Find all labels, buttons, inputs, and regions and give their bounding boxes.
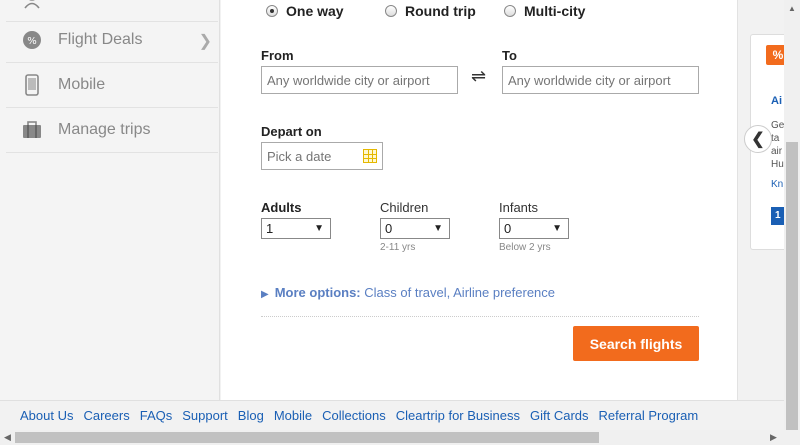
horizontal-scrollbar[interactable]: ◀ ▶ [0, 430, 800, 445]
radio-icon [504, 5, 516, 17]
sidebar-item-flight-deals[interactable]: % Flight Deals ❯ [6, 18, 218, 63]
flight-search-form: One way Round trip Multi-city From ⇌ To … [221, 0, 738, 400]
promo-text-line: air [771, 146, 783, 157]
footer-link-gift-cards[interactable]: Gift Cards [530, 408, 589, 423]
to-input[interactable] [502, 66, 699, 94]
promo-text-line: ta [771, 133, 780, 144]
radio-icon [385, 5, 397, 17]
children-label: Children [380, 200, 429, 215]
radio-label: Round trip [405, 3, 476, 19]
footer-link-about-us[interactable]: About Us [20, 408, 73, 423]
radio-label: One way [286, 3, 344, 19]
radio-icon [266, 5, 278, 17]
infants-hint: Below 2 yrs [499, 242, 551, 253]
sidebar-item-mobile[interactable]: Mobile [6, 63, 218, 108]
promo-text-line: Hu [771, 159, 784, 170]
mobile-icon [22, 74, 42, 96]
footer-link-blog[interactable]: Blog [238, 408, 264, 423]
adults-label: Adults [261, 200, 302, 215]
children-value: 0 [385, 221, 393, 236]
scroll-left-arrow-icon[interactable]: ◀ [4, 432, 11, 443]
trip-type-round-trip[interactable]: Round trip [385, 3, 476, 19]
scroll-up-arrow-icon[interactable]: ▲ [788, 4, 796, 13]
sidebar-item-manage-trips[interactable]: Manage trips [6, 108, 218, 153]
radio-label: Multi-city [524, 3, 586, 19]
promo-link[interactable]: Kn [771, 179, 783, 190]
promo-text: Ge ta air Hu [771, 119, 784, 171]
infants-select[interactable]: 0 ▼ [499, 218, 569, 239]
footer-link-mobile[interactable]: Mobile [274, 408, 312, 423]
children-select[interactable]: 0 ▼ [380, 218, 450, 239]
footer-links: About Us Careers FAQs Support Blog Mobil… [0, 400, 784, 430]
vertical-scrollbar-thumb[interactable] [786, 142, 798, 430]
from-label: From [261, 48, 294, 63]
scroll-right-arrow-icon[interactable]: ▶ [770, 432, 777, 443]
chevron-right-icon: ❯ [198, 33, 212, 50]
adults-value: 1 [266, 221, 274, 236]
sidebar-item-label: Manage trips [58, 121, 151, 138]
promo-text-line: Ge [771, 120, 785, 131]
footer-link-cleartrip-for-business[interactable]: Cleartrip for Business [396, 408, 520, 423]
footer-link-careers[interactable]: Careers [83, 408, 129, 423]
footer-link-faqs[interactable]: FAQs [140, 408, 173, 423]
children-hint: 2-11 yrs [380, 242, 416, 253]
deals-icon: % [22, 29, 42, 51]
promo-title[interactable]: Ai [771, 95, 782, 107]
swap-icon[interactable]: ⇌ [471, 66, 486, 87]
footer-link-referral-program[interactable]: Referral Program [599, 408, 699, 423]
footer-link-support[interactable]: Support [182, 408, 228, 423]
sidebar: % Flight Deals ❯ Mobile Manage trips [0, 0, 220, 400]
triangle-right-icon: ▶ [261, 289, 269, 300]
vertical-scrollbar[interactable]: ▲ [784, 0, 800, 430]
chevron-left-icon: ❮ [751, 131, 765, 148]
dropdown-caret-icon: ▼ [433, 223, 443, 234]
carousel-prev-button[interactable]: ❮ [744, 125, 772, 153]
user-icon [22, 0, 42, 10]
to-label: To [502, 48, 517, 63]
dropdown-caret-icon: ▼ [314, 223, 324, 234]
dropdown-caret-icon: ▼ [552, 223, 562, 234]
more-options-value: Class of travel, Airline preference [364, 285, 556, 300]
infants-label: Infants [499, 200, 539, 215]
adults-select[interactable]: 1 ▼ [261, 218, 331, 239]
sidebar-item-label: Flight Deals [58, 31, 143, 48]
footer-link-collections[interactable]: Collections [322, 408, 386, 423]
sidebar-item-label: Mobile [58, 76, 106, 93]
trip-type-one-way[interactable]: One way [266, 3, 344, 19]
trip-type-multi-city[interactable]: Multi-city [504, 3, 585, 19]
depart-label: Depart on [261, 124, 322, 139]
calendar-icon[interactable] [363, 149, 377, 163]
more-options-toggle[interactable]: ▶ More options: Class of travel, Airline … [261, 285, 555, 300]
from-input[interactable] [261, 66, 458, 94]
horizontal-scrollbar-thumb[interactable] [15, 432, 599, 443]
divider [261, 316, 699, 317]
svg-text:%: % [27, 36, 37, 47]
more-options-label: More options: [274, 285, 361, 300]
briefcase-icon [22, 119, 42, 141]
search-flights-button[interactable]: Search flights [573, 326, 699, 361]
infants-value: 0 [504, 221, 512, 236]
